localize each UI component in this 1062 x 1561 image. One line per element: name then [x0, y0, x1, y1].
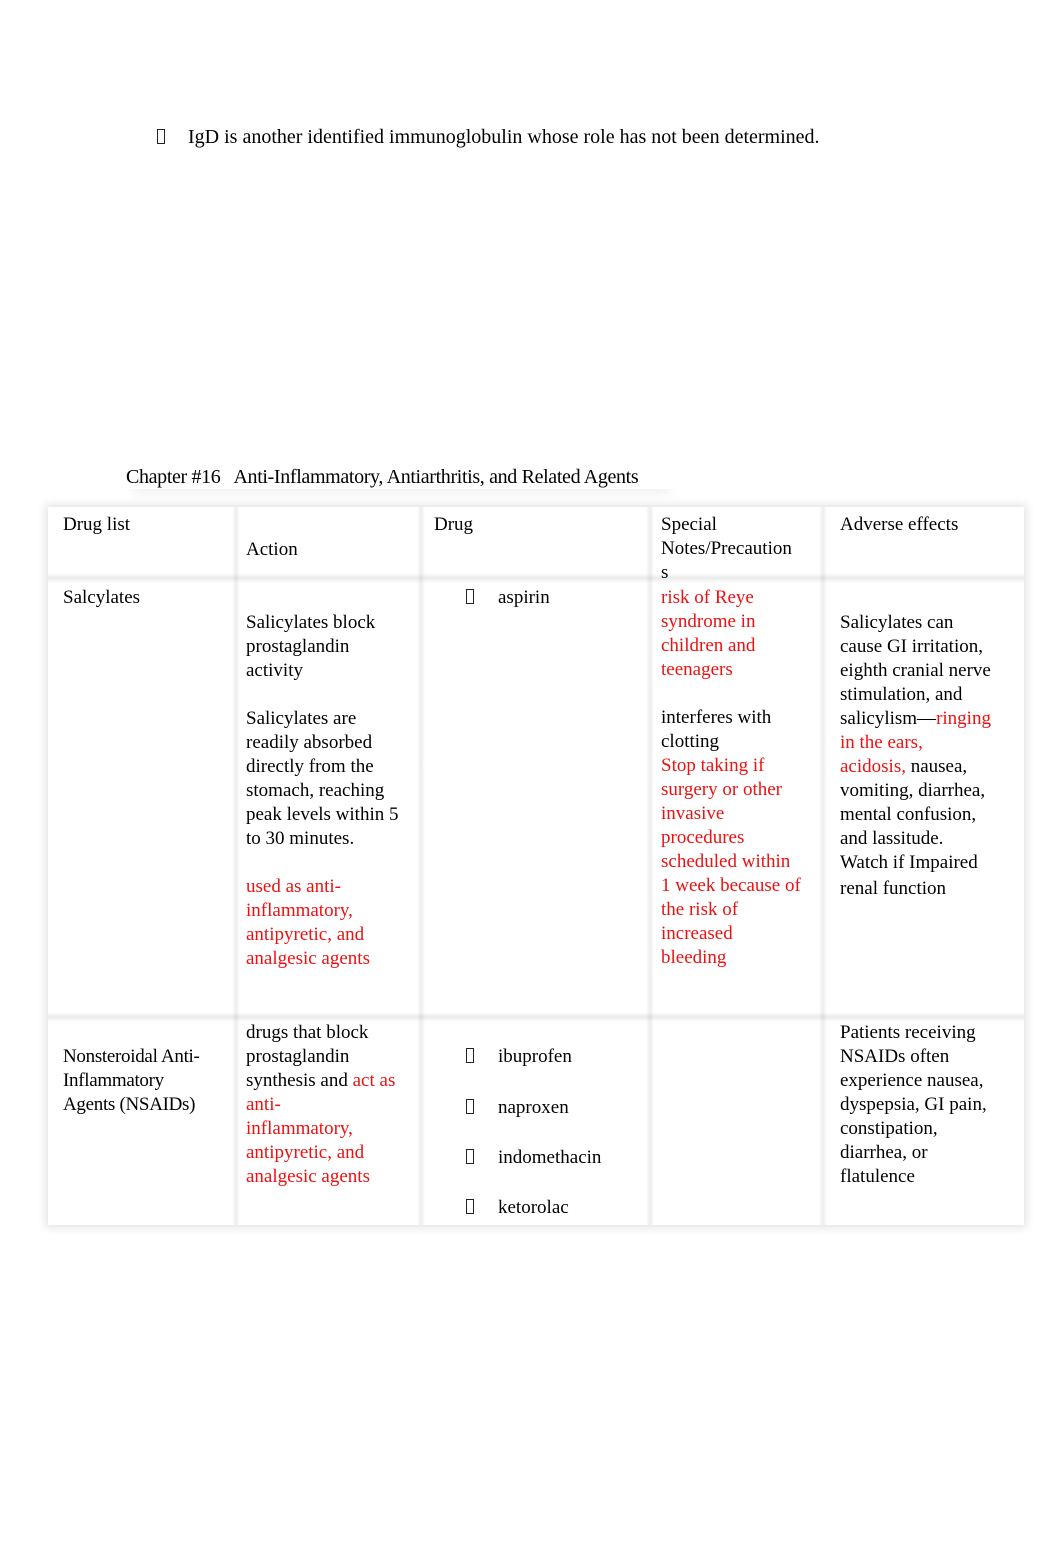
- bullet-box-icon: [157, 129, 165, 144]
- column-divider: [417, 507, 425, 1225]
- row1-special-notes: risk of Reye syndrome in children and te…: [661, 587, 801, 968]
- intro-bullet-item: IgD is another identified immunoglobulin…: [155, 125, 820, 149]
- column-divider: [819, 507, 827, 1225]
- header-drug: Drug: [434, 514, 474, 535]
- header-drug-list: Drug list: [63, 514, 131, 535]
- bullet-box-icon: [466, 1099, 474, 1114]
- row1-adverse-effects: Salicylates can cause GI irritation, eig…: [840, 612, 991, 899]
- header-special-notes: Special Notes/Precaution s: [661, 514, 792, 583]
- column-divider: [232, 507, 240, 1225]
- chapter-title: Anti-Inflammatory, Antiarthritis, and Re…: [233, 466, 639, 488]
- row1-action: Salicylates block prostaglandin activity…: [246, 612, 399, 969]
- header-adverse-effects: Adverse effects: [840, 514, 959, 535]
- column-divider: [646, 507, 654, 1225]
- bullet-box-icon: [466, 589, 474, 604]
- chapter-number: Chapter #16: [126, 466, 221, 488]
- bullet-box-icon: [466, 1048, 474, 1063]
- row-divider: [48, 573, 1024, 583]
- bullet-box-icon: [466, 1149, 474, 1164]
- intro-text: IgD is another identified immunoglobulin…: [188, 126, 820, 148]
- chapter-heading: Chapter #16 Anti-Inflammatory, Antiarthri…: [126, 465, 678, 489]
- drug-list-item: ibuprofen: [464, 1045, 572, 1069]
- row1-drug-list: Salcylates: [63, 587, 141, 608]
- header-action: Action: [246, 539, 298, 560]
- drug-list-item: indomethacin: [464, 1146, 601, 1170]
- drug-list-item: aspirin: [464, 586, 550, 610]
- drug-list-item: naproxen: [464, 1096, 569, 1120]
- row2-action: drugs that block prostaglandin synthesis…: [246, 1022, 396, 1187]
- bullet-box-icon: [466, 1199, 474, 1214]
- row2-drug-list: Nonsteroidal Anti- Inflammatory Agents (…: [63, 1046, 200, 1115]
- drug-table: Drug list Action Drug Special Notes/Prec…: [48, 507, 1024, 1225]
- row2-adverse-effects: Patients receiving NSAIDs often experien…: [840, 1022, 987, 1187]
- drug-list-item: ketorolac: [464, 1196, 569, 1220]
